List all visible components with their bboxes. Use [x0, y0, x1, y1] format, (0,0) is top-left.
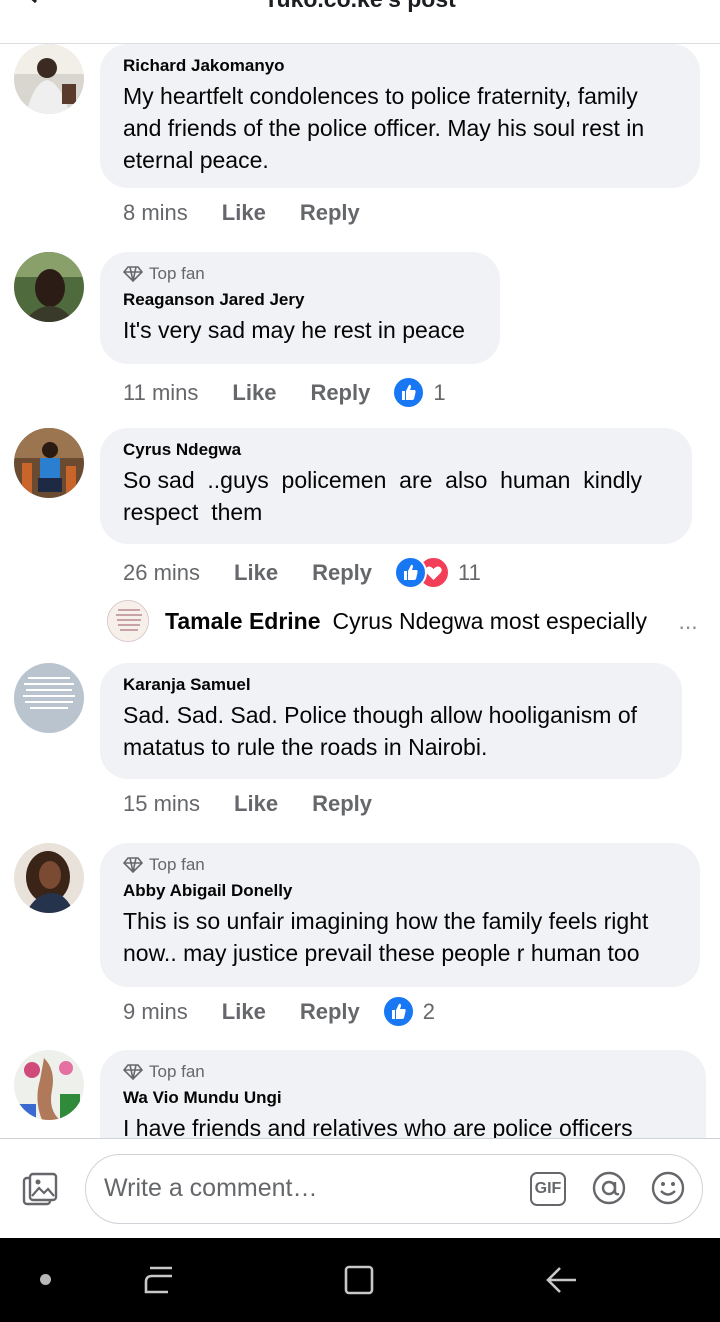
comment-actions: 15 mins Like Reply — [123, 791, 394, 817]
comment-text: It's very sad may he rest in peace — [123, 317, 465, 343]
comment-time[interactable]: 15 mins — [123, 791, 200, 817]
reaction-count: 2 — [422, 998, 435, 1024]
comment-bubble[interactable]: Top fan Abby Abigail Donelly This is so … — [100, 843, 700, 987]
like-reaction-icon — [394, 556, 427, 589]
avatar[interactable] — [14, 843, 84, 913]
comment-bubble[interactable]: Top fan Wa Vio Mundu Ungi I have friends… — [100, 1050, 706, 1138]
avatar[interactable] — [14, 252, 84, 322]
comment-author[interactable]: Wa Vio Mundu Ungi — [123, 1088, 684, 1108]
top-fan-badge: Top fan — [123, 264, 478, 284]
reply-button[interactable]: Reply — [300, 999, 360, 1025]
top-fan-label: Top fan — [149, 855, 205, 874]
like-button[interactable]: Like — [222, 999, 266, 1025]
like-reaction-icon — [392, 376, 426, 409]
reaction-count: 1 — [433, 379, 446, 405]
comment-author[interactable]: Reaganson Jared Jery — [123, 290, 478, 310]
recents-icon[interactable] — [142, 1264, 176, 1296]
comment-bubble[interactable]: Richard Jakomanyo My heartfelt condolenc… — [100, 44, 700, 188]
comment-time[interactable]: 26 mins — [123, 560, 200, 586]
comment-time[interactable]: 9 mins — [123, 999, 188, 1025]
reply-button[interactable]: Reply — [312, 791, 372, 817]
reaction-summary[interactable]: 2 — [381, 995, 435, 1028]
top-fan-label: Top fan — [149, 1062, 205, 1081]
like-button[interactable]: Like — [232, 380, 276, 406]
comment-time[interactable]: 8 mins — [123, 200, 188, 226]
reaction-count: 11 — [458, 559, 481, 585]
post-header: Tuko.co.ke's post — [0, 0, 720, 44]
avatar[interactable] — [14, 44, 84, 114]
comment-placeholder: Write a comment… — [104, 1174, 318, 1202]
avatar[interactable] — [14, 1050, 84, 1120]
comment-text: This is so unfair imagining how the fami… — [123, 908, 649, 966]
back-icon[interactable] — [544, 1264, 578, 1296]
comment-time[interactable]: 11 mins — [123, 380, 198, 406]
comment-author[interactable]: Karanja Samuel — [123, 675, 660, 695]
diamond-icon — [123, 266, 143, 282]
home-icon[interactable] — [343, 1264, 375, 1296]
comment-bubble[interactable]: Cyrus Ndegwa So sad ..guys policemen are… — [100, 428, 692, 544]
top-fan-label: Top fan — [149, 264, 205, 283]
reaction-summary[interactable]: 1 — [392, 376, 446, 409]
comment-composer: Write a comment… GIF — [0, 1138, 720, 1238]
comment-actions: 11 mins Like Reply 1 — [123, 376, 446, 409]
comments-feed[interactable]: Richard Jakomanyo My heartfelt condolenc… — [0, 44, 720, 1138]
reply-button[interactable]: Reply — [312, 560, 372, 586]
avatar[interactable] — [14, 663, 84, 733]
diamond-icon — [123, 857, 143, 873]
reaction-summary[interactable]: 11 — [394, 556, 481, 589]
comment-text: My heartfelt condolences to police frate… — [123, 83, 645, 173]
comment-author[interactable]: Richard Jakomanyo — [123, 56, 678, 76]
reply-more: ... — [678, 607, 698, 634]
photo-icon[interactable] — [22, 1172, 58, 1206]
like-reaction-icon — [381, 995, 415, 1028]
at-icon[interactable] — [591, 1170, 627, 1206]
reply-preview[interactable]: Tamale Edrine Cyrus Ndegwa most especial… — [107, 600, 707, 642]
comment-bubble[interactable]: Karanja Samuel Sad. Sad. Sad. Police tho… — [100, 663, 682, 779]
gif-icon[interactable]: GIF — [530, 1172, 566, 1206]
reply-button[interactable]: Reply — [300, 200, 360, 226]
top-fan-badge: Top fan — [123, 1062, 684, 1082]
comment-actions: 26 mins Like Reply 11 — [123, 556, 481, 589]
top-fan-badge: Top fan — [123, 855, 678, 875]
comment-input[interactable]: Write a comment… GIF — [85, 1154, 703, 1224]
header-title: Tuko.co.ke's post — [0, 0, 720, 13]
diamond-icon — [123, 1064, 143, 1080]
comment-bubble[interactable]: Top fan Reaganson Jared Jery It's very s… — [100, 252, 500, 364]
like-button[interactable]: Like — [234, 791, 278, 817]
comment-actions: 8 mins Like Reply — [123, 200, 382, 226]
reply-text: Cyrus Ndegwa most especially — [332, 607, 647, 634]
comment-author[interactable]: Abby Abigail Donelly — [123, 881, 678, 901]
reply-button[interactable]: Reply — [310, 380, 370, 406]
comment-actions: 9 mins Like Reply 2 — [123, 995, 435, 1028]
comment-text: Sad. Sad. Sad. Police though allow hooli… — [123, 702, 637, 760]
comment-author[interactable]: Cyrus Ndegwa — [123, 440, 670, 460]
reply-author[interactable]: Tamale Edrine — [165, 608, 321, 635]
nav-dot — [40, 1274, 51, 1285]
avatar[interactable] — [107, 600, 149, 642]
like-button[interactable]: Like — [222, 200, 266, 226]
avatar[interactable] — [14, 428, 84, 498]
comment-text: I have friends and relatives who are pol… — [123, 1115, 633, 1138]
comment-text: So sad ..guys policemen are also human k… — [123, 467, 649, 525]
smile-icon[interactable] — [650, 1170, 686, 1206]
like-button[interactable]: Like — [234, 560, 278, 586]
system-nav-bar — [0, 1238, 720, 1322]
